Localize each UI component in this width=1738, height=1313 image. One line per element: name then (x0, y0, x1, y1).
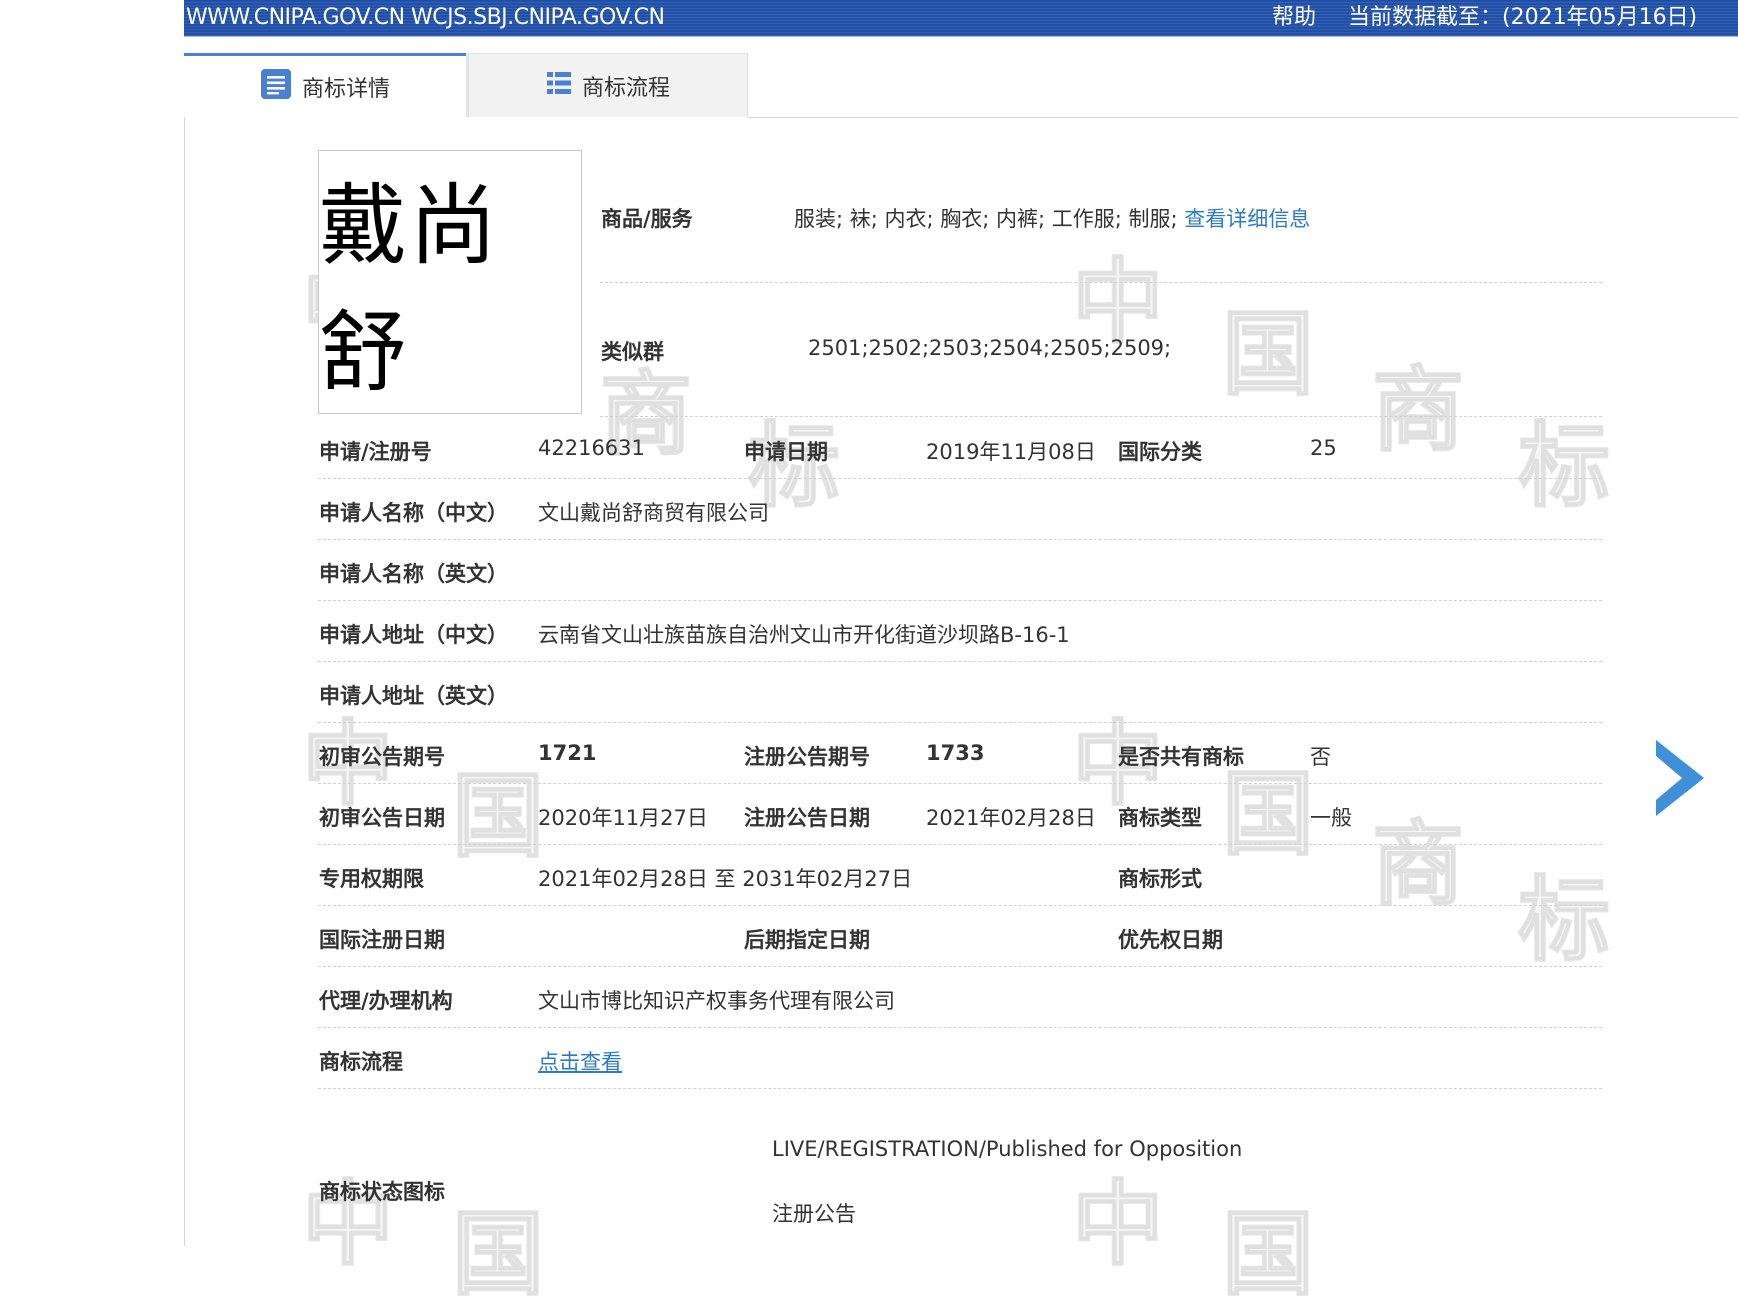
address-en-label: 申请人地址（英文） (319, 684, 508, 708)
intl-class-label: 国际分类 (1118, 440, 1202, 464)
watermark-guo: 国 (451, 1200, 545, 1309)
row-divider (318, 661, 1602, 662)
goods-list: 服装; 袜; 内衣; 胸衣; 内裤; 工作服; 制服; (794, 207, 1178, 231)
goods-label: 商品/服务 (601, 207, 693, 231)
data-date: 当前数据截至：(2021年05月16日) (1348, 5, 1698, 30)
row-divider (318, 783, 1602, 784)
top-banner: WWW.CNIPA.GOV.CN WCJS.SBJ.CNIPA.GOV.CN 帮… (184, 0, 1738, 37)
status-cn: 注册公告 (772, 1202, 856, 1226)
watermark-guo: 国 (1221, 1200, 1315, 1309)
shared-mark-value: 否 (1310, 745, 1331, 769)
mark-type-value: 一般 (1310, 806, 1352, 830)
trademark-image-text: 戴尚舒 (319, 174, 500, 404)
reg-date-label: 注册公告日期 (744, 806, 870, 830)
row-divider (318, 1088, 1602, 1089)
prelim-date-label: 初审公告日期 (319, 806, 445, 830)
watermark-zhong: 中 (301, 1170, 395, 1279)
row-divider (318, 600, 1602, 601)
document-list-icon (260, 68, 292, 106)
reg-no-label: 申请/注册号 (319, 440, 432, 464)
similar-group-value: 2501;2502;2503;2504;2505;2509; (808, 336, 1172, 360)
reg-no-value: 42216631 (538, 436, 645, 460)
watermark-shang: 商 (1371, 356, 1465, 465)
watermark-zhong: 中 (1071, 1170, 1165, 1279)
row-divider (600, 416, 1602, 417)
similar-group-label: 类似群 (601, 340, 664, 364)
applicant-en-label: 申请人名称（英文） (319, 562, 508, 586)
watermark-biao: 标 (1517, 866, 1611, 975)
tab-trademark-detail[interactable]: 商标详情 (184, 53, 466, 117)
reg-issue-label: 注册公告期号 (744, 745, 870, 769)
tab-label: 商标详情 (301, 76, 390, 102)
status-en: LIVE/REGISTRATION/Published for Oppositi… (772, 1137, 1243, 1161)
mark-type-label: 商标类型 (1118, 806, 1202, 830)
row-divider (318, 539, 1602, 540)
prelim-issue-value: 1721 (538, 741, 597, 765)
intl-class-value: 25 (1310, 436, 1337, 460)
row-divider (318, 844, 1602, 845)
watermark-guo: 国 (1221, 300, 1315, 409)
trademark-image: 戴尚舒 (318, 150, 582, 414)
row-divider (600, 282, 1602, 283)
exclusive-term-value: 2021年02月28日 至 2031年02月27日 (538, 867, 913, 891)
view-details-link[interactable]: 查看详细信息 (1184, 207, 1310, 231)
exclusive-term-label: 专用权期限 (319, 867, 424, 891)
content-frame-border (184, 117, 185, 1246)
row-divider (318, 1027, 1602, 1028)
watermark-shang: 商 (1371, 810, 1465, 919)
address-cn-label: 申请人地址（中文） (319, 623, 508, 647)
applicant-cn-value: 文山戴尚舒商贸有限公司 (538, 501, 769, 525)
row-divider (318, 722, 1602, 723)
priority-date-label: 优先权日期 (1118, 928, 1223, 952)
tab-label: 商标流程 (581, 75, 670, 101)
tab-bottom-border (748, 117, 1738, 118)
status-icon-label: 商标状态图标 (319, 1180, 445, 1204)
list-icon (546, 70, 572, 102)
shared-mark-label: 是否共有商标 (1118, 745, 1244, 769)
flow-label: 商标流程 (319, 1050, 403, 1074)
tab-trademark-flow[interactable]: 商标流程 (468, 53, 748, 117)
site-urls[interactable]: WWW.CNIPA.GOV.CN WCJS.SBJ.CNIPA.GOV.CN (186, 0, 665, 36)
applicant-cn-label: 申请人名称（中文） (319, 501, 508, 525)
row-divider (318, 478, 1602, 479)
prelim-date-value: 2020年11月27日 (538, 806, 708, 830)
intl-reg-date-label: 国际注册日期 (319, 928, 445, 952)
mark-form-label: 商标形式 (1118, 867, 1202, 891)
agent-value: 文山市博比知识产权事务代理有限公司 (538, 989, 895, 1013)
later-date-label: 后期指定日期 (744, 928, 870, 952)
reg-issue-value: 1733 (926, 741, 985, 765)
watermark-guo: 国 (451, 762, 545, 871)
row-divider (318, 905, 1602, 906)
flow-view-link[interactable]: 点击查看 (538, 1046, 622, 1076)
address-cn-value: 云南省文山壮族苗族自治州文山市开化街道沙坝路B-16-1 (538, 623, 1070, 647)
prelim-issue-label: 初审公告期号 (319, 745, 445, 769)
watermark-biao: 标 (1517, 412, 1611, 521)
apply-date-value: 2019年11月08日 (926, 440, 1096, 464)
goods-value: 服装; 袜; 内衣; 胸衣; 内裤; 工作服; 制服; 查看详细信息 (794, 203, 1310, 233)
help-link[interactable]: 帮助 (1272, 0, 1316, 36)
row-divider (318, 966, 1602, 967)
apply-date-label: 申请日期 (744, 440, 828, 464)
agent-label: 代理/办理机构 (319, 989, 453, 1013)
reg-date-value: 2021年02月28日 (926, 806, 1096, 830)
